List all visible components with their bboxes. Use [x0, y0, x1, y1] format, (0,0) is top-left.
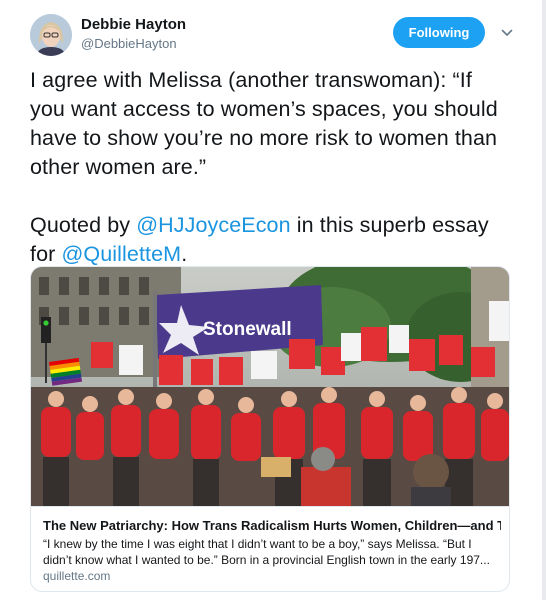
- avatar[interactable]: [30, 14, 72, 56]
- mention-quillettem[interactable]: @QuilletteM: [61, 242, 181, 266]
- link-preview-card[interactable]: Stonewall The New Patriarchy: How Trans …: [30, 266, 510, 592]
- following-button[interactable]: Following: [393, 17, 485, 48]
- card-domain[interactable]: quillette.com: [43, 569, 110, 583]
- display-name[interactable]: Debbie Hayton: [81, 16, 186, 33]
- tweet-text: I agree with Melissa (another transwoman…: [30, 66, 500, 269]
- tweet-paragraph: I agree with Melissa (another transwoman…: [30, 68, 498, 179]
- chevron-down-icon[interactable]: [501, 28, 513, 38]
- card-image: Stonewall: [31, 267, 509, 506]
- tweet-header: Debbie Hayton @DebbieHayton Following: [30, 14, 516, 58]
- banner-text: Stonewall: [203, 319, 292, 340]
- quoted-prefix: Quoted by: [30, 213, 137, 237]
- tweet-quote-line: Quoted by @HJJoyceEcon in this superb es…: [30, 211, 500, 269]
- mention-hjjoyceecon[interactable]: @HJJoyceEcon: [136, 213, 290, 237]
- profile-photo-icon: [30, 14, 72, 56]
- window-edge: [542, 0, 546, 600]
- user-handle[interactable]: @DebbieHayton: [81, 36, 177, 51]
- quoted-suffix: .: [181, 242, 188, 266]
- card-title[interactable]: The New Patriarchy: How Trans Radicalism…: [43, 518, 501, 533]
- card-body: The New Patriarchy: How Trans Radicalism…: [31, 506, 509, 591]
- card-description: “I knew by the time I was eight that I d…: [43, 537, 490, 567]
